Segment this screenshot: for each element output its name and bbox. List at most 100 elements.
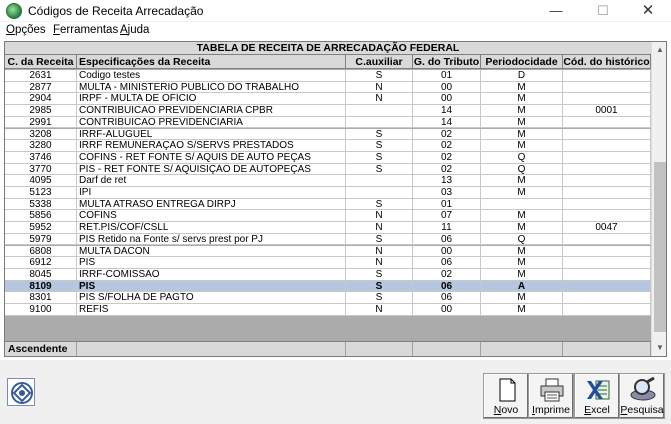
cell-periodicidade: M [481, 304, 563, 315]
scroll-up-arrow-icon[interactable]: ▲ [652, 42, 666, 58]
maximize-button[interactable]: ☐ [580, 0, 626, 22]
cell-especificacao: MULTA ATRASO ENTREGA DIRPJ [77, 198, 346, 210]
cell-auxiliar: S [346, 140, 413, 152]
cell-auxiliar: S [346, 198, 413, 210]
cell-historico [563, 163, 651, 175]
table-row[interactable]: 3746 COFINS - RET FONTE S/ AQUIS DE AUTO … [5, 151, 651, 164]
column-header-historico[interactable]: Cód. do histórico [563, 55, 651, 69]
cell-historico [563, 198, 651, 210]
cell-especificacao: IRRF REMUNERAÇÃO S/SERVS PRESTADOS [77, 140, 346, 152]
cell-historico [563, 128, 651, 140]
table-row[interactable]: 2877 MULTA - MINISTERIO PUBLICO DO TRABAL… [5, 81, 651, 94]
cell-auxiliar: N [346, 257, 413, 269]
cell-codigo: 8301 [5, 292, 77, 304]
table-row-selected[interactable]: 8109 PIS S 06 A [5, 280, 651, 293]
table-row[interactable]: 2985 CONTRIBUICAO PREVIDENCIARIA CPBR 14 M 0… [5, 105, 651, 117]
novo-button[interactable]: Novo [483, 373, 529, 419]
cell-auxiliar: N [346, 245, 413, 257]
column-header-auxiliar[interactable]: C.auxiliar [346, 55, 413, 69]
table-row[interactable]: 8301 PIS S/FOLHA DE PAGTO S 06 M [5, 292, 651, 304]
column-header-codigo[interactable]: C. da Receita [5, 55, 77, 69]
cell-codigo: 2877 [5, 81, 77, 93]
search-magnifier-icon [630, 377, 656, 401]
cell-periodicidade: M [481, 140, 563, 152]
table-row[interactable]: 2904 IRPF - MULTA DE OFÍCIO N 00 M [5, 93, 651, 106]
cell-especificacao: PIS [77, 280, 346, 292]
cell-historico [563, 245, 651, 257]
cell-especificacao: IRRF-COMISSÃO [77, 268, 346, 280]
table-row[interactable]: 5979 PIS Retido na Fonte s/ servs prest p… [5, 233, 651, 246]
cell-especificacao: PIS - RET FONTE S/ AQUISIÇÃO DE AUTOPEÇA… [77, 163, 346, 175]
cell-periodicidade: M [481, 175, 563, 187]
pesquisa-button[interactable]: Pesquisa [619, 373, 665, 419]
vertical-scrollbar[interactable]: ▲ ▼ [651, 42, 666, 356]
cell-especificacao: IRRF-ALUGUEL [77, 128, 346, 140]
table-row[interactable]: 3280 IRRF REMUNERAÇÃO S/SERVS PRESTADOS S 0… [5, 140, 651, 152]
table-row[interactable]: 6912 PIS N 06 M [5, 257, 651, 269]
grid-caption: TABELA DE RECEITA DE ARRECADAÇÃO FEDERAL [5, 42, 651, 55]
table-row[interactable]: 3208 IRRF-ALUGUEL S 02 M [5, 128, 651, 141]
table-row[interactable]: 5338 MULTA ATRASO ENTREGA DIRPJ S 01 [5, 198, 651, 211]
menu-ajuda[interactable]: Ajuda [120, 24, 149, 36]
cell-grupo-tributo: 06 [413, 292, 481, 304]
menu-ferramentas[interactable]: Ferramentas [53, 24, 118, 36]
grid-footer: Ascendente [5, 341, 651, 356]
cell-grupo-tributo: 06 [413, 257, 481, 269]
imprime-button[interactable]: Imprime [528, 373, 574, 419]
cell-historico [563, 304, 651, 315]
table-row[interactable]: 4095 Darf de ret 13 M [5, 175, 651, 187]
app-globe-icon [6, 3, 22, 19]
cell-auxiliar: N [346, 304, 413, 315]
cell-historico [563, 93, 651, 105]
table-row[interactable]: 2991 CONTRIBUICAO PREVIDENCIARIA 14 M [5, 116, 651, 129]
cell-auxiliar: S [346, 163, 413, 175]
table-row[interactable]: 3770 PIS - RET FONTE S/ AQUISIÇÃO DE AUTO… [5, 163, 651, 176]
table-row[interactable]: 6808 MULTA DACON N 00 M [5, 245, 651, 258]
table-row[interactable]: 8045 IRRF-COMISSÃO S 02 M [5, 268, 651, 281]
cell-especificacao: COFINS - RET FONTE S/ AQUIS DE AUTO PEÇA… [77, 151, 346, 163]
table-row[interactable]: 5856 COFINS N 07 M [5, 210, 651, 223]
cell-especificacao: COFINS [77, 210, 346, 222]
table-row[interactable]: 5952 RET.PIS/COF/CSLL N 11 M 0047 [5, 222, 651, 234]
cell-codigo: 2985 [5, 105, 77, 117]
sort-order-label: Ascendente [5, 342, 77, 356]
cell-periodicidade: M [481, 210, 563, 222]
cell-grupo-tributo: 07 [413, 210, 481, 222]
cell-codigo: 2904 [5, 93, 77, 105]
cell-codigo: 2991 [5, 116, 77, 128]
revenue-codes-grid[interactable]: TABELA DE RECEITA DE ARRECADAÇÃO FEDERAL… [4, 41, 667, 357]
excel-export-icon [587, 380, 610, 400]
cell-periodicidade [481, 198, 563, 210]
printer-icon [540, 378, 564, 402]
column-header-periodicidade[interactable]: Periodocidade [481, 55, 563, 69]
cell-especificacao: CONTRIBUICAO PREVIDENCIARIA [77, 116, 346, 128]
cell-historico: 0001 [563, 105, 651, 117]
scroll-down-arrow-icon[interactable]: ▼ [652, 340, 666, 356]
column-header-grupo-tributo[interactable]: G. do Tributo [413, 55, 481, 69]
table-row[interactable]: 5123 IPI 03 M [5, 187, 651, 199]
excel-button[interactable]: Excel [574, 373, 620, 419]
cell-grupo-tributo: 03 [413, 187, 481, 198]
cell-periodicidade: M [481, 81, 563, 93]
cell-auxiliar: S [346, 233, 413, 245]
cell-especificacao: RET.PIS/COF/CSLL [77, 222, 346, 234]
cell-auxiliar: N [346, 93, 413, 105]
cell-auxiliar: N [346, 210, 413, 222]
cell-grupo-tributo: 02 [413, 140, 481, 152]
close-button[interactable]: ✕ [625, 0, 671, 22]
table-row[interactable]: 2631 Codigo testes S 01 D [5, 70, 651, 82]
cell-codigo: 3770 [5, 163, 77, 175]
menu-opcoes[interactable]: Opções [6, 24, 46, 36]
column-header-especificacoes[interactable]: Especificações da Receita [77, 55, 346, 69]
cell-codigo: 5123 [5, 187, 77, 198]
scrollbar-thumb[interactable] [654, 162, 666, 332]
cell-codigo: 5338 [5, 198, 77, 210]
cell-grupo-tributo: 11 [413, 222, 481, 234]
table-row[interactable]: 9100 REFIS N 00 M [5, 304, 651, 316]
cell-periodicidade: M [481, 292, 563, 304]
minimize-button[interactable]: — [533, 0, 579, 22]
cell-codigo: 5952 [5, 222, 77, 234]
cell-codigo: 9100 [5, 304, 77, 315]
cell-especificacao: IPI [77, 187, 346, 198]
cell-auxiliar: S [346, 268, 413, 280]
